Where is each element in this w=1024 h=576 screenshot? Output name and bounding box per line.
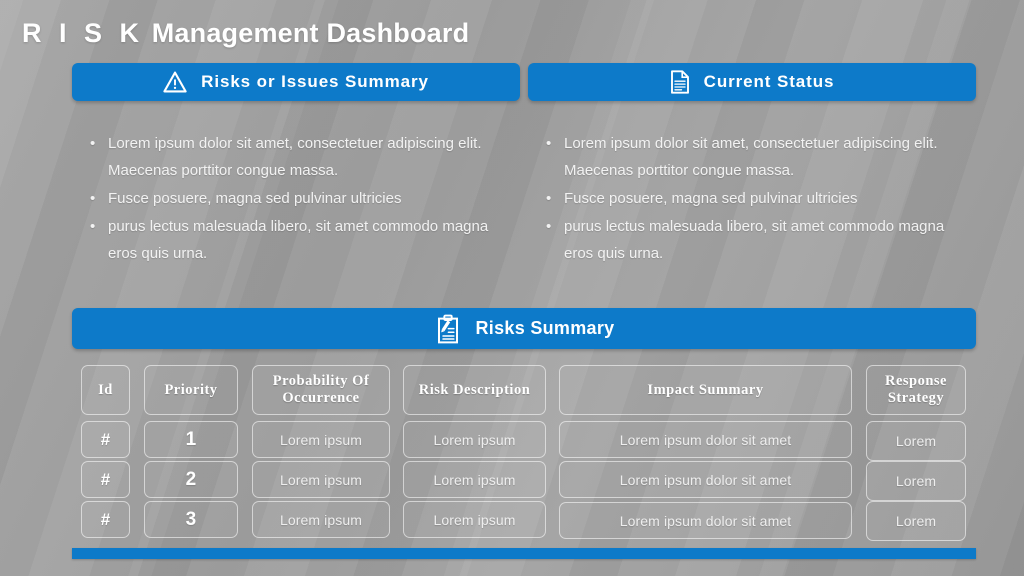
- list-item: Lorem ipsum dolor sit amet, consectetuer…: [90, 130, 510, 184]
- table-cell-impact-summary: Lorem ipsum dolor sit amet: [559, 461, 852, 498]
- table-header-probability-of-occurrence: Probability Of Occurrence: [252, 365, 390, 415]
- table-cell-impact-summary: Lorem ipsum dolor sit amet: [559, 421, 852, 458]
- page-title-rest: Management Dashboard: [144, 18, 470, 48]
- clipboard-pencil-icon: [434, 314, 462, 344]
- table-header-id: Id: [81, 365, 130, 415]
- table-cell-impact-summary: Lorem ipsum dolor sit amet: [559, 502, 852, 539]
- list-item: Fusce posuere, magna sed pulvinar ultric…: [546, 185, 966, 212]
- banner-status-label: Current Status: [703, 72, 835, 91]
- table-cell-priority: 2: [144, 461, 238, 498]
- document-icon: [670, 70, 690, 94]
- bullet-list-risks-or-issues: Lorem ipsum dolor sit amet, consectetuer…: [90, 130, 510, 268]
- bottom-accent-bar: [72, 548, 976, 559]
- table-cell-probability: Lorem ipsum: [252, 501, 390, 538]
- list-item: Lorem ipsum dolor sit amet, consectetuer…: [546, 130, 966, 184]
- list-item: Fusce posuere, magna sed pulvinar ultric…: [90, 185, 510, 212]
- banner-risks-or-issues-summary[interactable]: Risks or Issues Summary: [72, 63, 520, 101]
- table-cell-response-strategy: Lorem: [866, 461, 966, 501]
- slide-canvas: R I S K Management Dashboard Risks or Is…: [0, 0, 1024, 576]
- banner-risks-label: Risks or Issues Summary: [201, 72, 429, 91]
- bullet-list-current-status: Lorem ipsum dolor sit amet, consectetuer…: [546, 130, 966, 268]
- warning-triangle-icon: [163, 71, 187, 93]
- table-cell-priority: 1: [144, 421, 238, 458]
- banner-current-status[interactable]: Current Status: [528, 63, 976, 101]
- table-cell-id: #: [81, 461, 130, 498]
- page-title: R I S K Management Dashboard: [22, 18, 469, 49]
- table-header-impact-summary: Impact Summary: [559, 365, 852, 415]
- table-cell-probability: Lorem ipsum: [252, 461, 390, 498]
- table-cell-risk-description: Lorem ipsum: [403, 501, 546, 538]
- table-cell-id: #: [81, 501, 130, 538]
- table-cell-probability: Lorem ipsum: [252, 421, 390, 458]
- table-header-priority: Priority: [144, 365, 238, 415]
- page-title-emphasis: R I S K: [22, 18, 145, 48]
- table-cell-id: #: [81, 421, 130, 458]
- table-cell-risk-description: Lorem ipsum: [403, 421, 546, 458]
- table-cell-response-strategy: Lorem: [866, 501, 966, 541]
- table-header-risk-description: Risk Description: [403, 365, 546, 415]
- table-header-response-strategy: Response Strategy: [866, 365, 966, 415]
- table-cell-response-strategy: Lorem: [866, 421, 966, 461]
- list-item: purus lectus malesuada libero, sit amet …: [546, 213, 966, 267]
- table-cell-risk-description: Lorem ipsum: [403, 461, 546, 498]
- banner-risks-summary[interactable]: Risks Summary: [72, 308, 976, 349]
- list-item: purus lectus malesuada libero, sit amet …: [90, 213, 510, 267]
- table-cell-priority: 3: [144, 501, 238, 538]
- banner-summary-label: Risks Summary: [475, 318, 615, 338]
